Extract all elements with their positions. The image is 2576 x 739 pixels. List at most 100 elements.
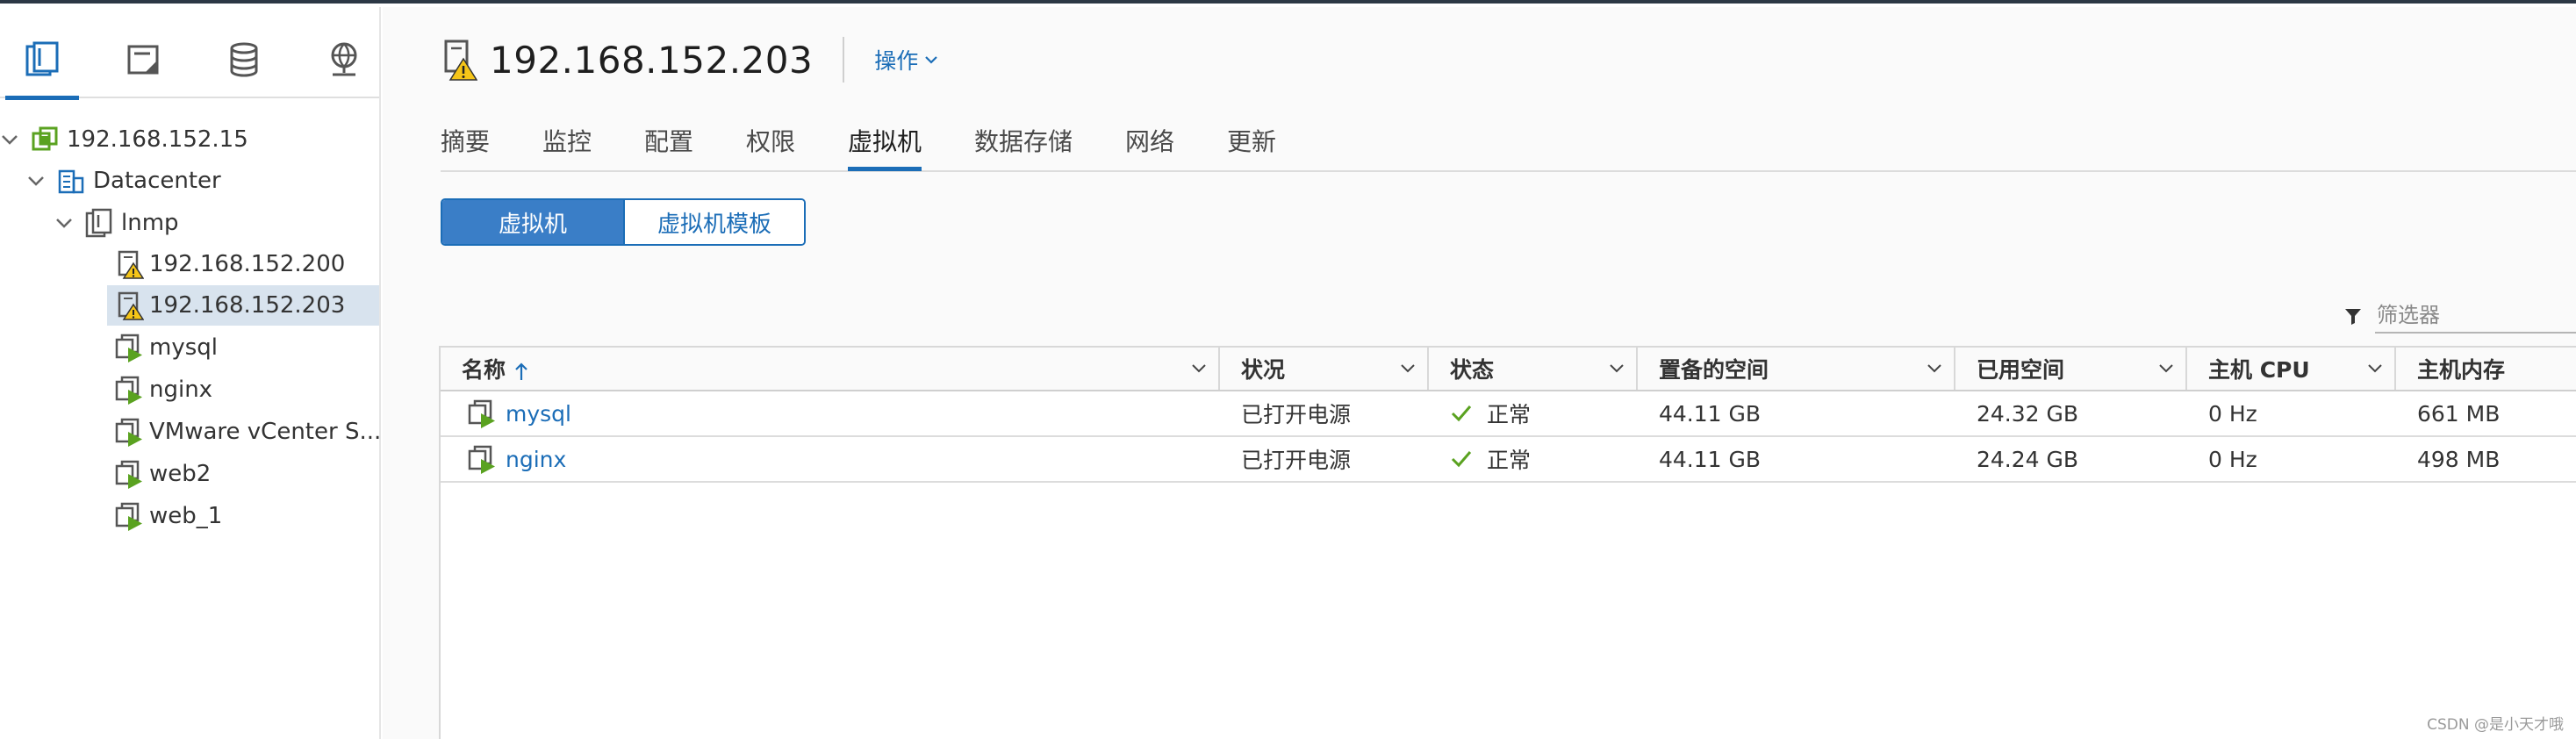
tree-item-host[interactable]: 192.168.152.200	[0, 244, 379, 284]
sort-ascending-icon[interactable]	[513, 361, 530, 382]
actions-menu-button[interactable]: 操作	[874, 44, 939, 75]
templates-toggle-button[interactable]: 虚拟机模板	[623, 200, 804, 244]
host-warning-icon	[118, 291, 144, 320]
tab-vms[interactable]: 虚拟机	[848, 123, 922, 171]
tree-item-label: VMware vCenter S...	[149, 419, 382, 445]
tree-item-label: 192.168.152.15	[67, 126, 248, 153]
vm-status: 正常	[1450, 437, 1531, 481]
filter-icon	[2345, 309, 2361, 325]
tree-item-datacenter[interactable]: Datacenter	[0, 161, 379, 201]
chevron-down-icon[interactable]	[1399, 360, 1417, 377]
chevron-down-icon[interactable]	[2366, 360, 2384, 377]
tree-item-label: mysql	[149, 334, 218, 361]
networking-icon	[331, 42, 357, 76]
vm-used-space: 24.32 GB	[1977, 400, 2079, 427]
tree-item-label: web2	[149, 461, 212, 487]
vm-powered-on-icon	[115, 376, 142, 405]
vms-and-templates-icon	[127, 45, 159, 75]
object-header: 192.168.152.203 操作	[441, 33, 939, 86]
storage-tab[interactable]	[216, 35, 272, 84]
column-header-label: 已用空间	[1977, 357, 2065, 383]
navigator-tabs	[0, 7, 379, 100]
vm-name-link[interactable]: mysql	[467, 391, 571, 435]
chevron-down-icon[interactable]	[54, 213, 74, 233]
vm-state: 已打开电源	[1241, 448, 1352, 473]
vm-name-link[interactable]: nginx	[467, 437, 566, 481]
column-header-label: 主机内存	[2417, 357, 2506, 383]
chevron-down-icon	[925, 56, 938, 64]
chevron-down-icon[interactable]	[2157, 360, 2175, 377]
chevron-down-icon[interactable]	[1608, 360, 1625, 377]
column-header-host-memory[interactable]: 主机内存	[2396, 348, 2576, 390]
column-header-used-space[interactable]: 已用空间	[1955, 348, 2187, 390]
vms-toggle-button[interactable]: 虚拟机	[442, 200, 623, 244]
column-header-label: 状况	[1241, 357, 1286, 383]
chevron-down-icon[interactable]	[0, 130, 19, 149]
vm-host-memory: 661 MB	[2417, 400, 2501, 427]
vm-host-memory: 498 MB	[2417, 446, 2501, 472]
hosts-and-clusters-tab[interactable]	[5, 35, 79, 100]
cluster-icon	[85, 208, 112, 238]
page-title: 192.168.152.203	[490, 38, 814, 82]
storage-icon	[230, 42, 258, 77]
navigator-panel: 192.168.152.15 Datacenter lnmp 192.168.1…	[0, 7, 381, 739]
column-header-label: 状态	[1450, 357, 1495, 383]
tab-updates[interactable]: 更新	[1227, 123, 1276, 158]
tree-item-label: web_1	[149, 503, 223, 529]
check-icon	[1451, 405, 1472, 422]
vms-and-templates-tab[interactable]	[116, 35, 172, 84]
chevron-down-icon[interactable]	[1926, 360, 1943, 377]
tab-networks[interactable]: 网络	[1125, 123, 1174, 158]
chevron-down-icon[interactable]	[1190, 360, 1208, 377]
vm-status: 正常	[1450, 391, 1531, 435]
vm-powered-on-icon	[115, 334, 142, 362]
vm-provisioned-space: 44.11 GB	[1659, 400, 1762, 427]
main-content: 192.168.152.203 操作 摘要 监控 配置 权限 虚拟机 数据存储 …	[383, 7, 2576, 739]
tree-item-vm[interactable]: VMware vCenter S...	[0, 412, 382, 452]
tree-item-host-selected[interactable]: 192.168.152.203	[107, 285, 379, 326]
table-row[interactable]: mysql 已打开电源 正常 44.11 GB 24.32 GB 0 Hz 66…	[441, 391, 2576, 437]
column-header-provisioned-space[interactable]: 置备的空间	[1638, 348, 1955, 390]
column-header-label: 主机 CPU	[2208, 357, 2310, 383]
column-header-status[interactable]: 状态	[1429, 348, 1638, 390]
column-header-label: 名称	[462, 353, 530, 384]
vm-powered-on-icon	[115, 460, 142, 489]
filter-input[interactable]	[2375, 298, 2576, 334]
tree-item-cluster[interactable]: lnmp	[0, 203, 379, 243]
tree-item-vm[interactable]: web_1	[0, 496, 379, 536]
vm-provisioned-space: 44.11 GB	[1659, 446, 1762, 472]
tab-datastores[interactable]: 数据存储	[974, 123, 1073, 158]
hosts-and-clusters-icon	[25, 41, 59, 76]
column-header-state[interactable]: 状况	[1220, 348, 1429, 390]
vm-status-text: 正常	[1487, 448, 1532, 473]
tree-item-vm[interactable]: web2	[0, 454, 379, 494]
object-tabs: 摘要 监控 配置 权限 虚拟机 数据存储 网络 更新	[441, 116, 2576, 172]
networking-tab[interactable]	[316, 35, 372, 84]
tree-item-label: 192.168.152.200	[149, 251, 346, 277]
vm-used-space: 24.24 GB	[1977, 446, 2079, 472]
tree-item-label: lnmp	[121, 210, 179, 236]
table-row[interactable]: nginx 已打开电源 正常 44.11 GB 24.24 GB 0 Hz 49…	[441, 437, 2576, 483]
tree-item-vm[interactable]: mysql	[0, 327, 379, 368]
datacenter-icon	[58, 169, 84, 194]
tree-item-vcenter[interactable]: 192.168.152.15	[0, 119, 379, 160]
column-header-host-cpu[interactable]: 主机 CPU	[2187, 348, 2396, 390]
tab-permissions[interactable]: 权限	[746, 123, 795, 158]
vm-powered-on-icon	[115, 418, 142, 447]
column-header-name[interactable]: 名称	[441, 348, 1220, 390]
vm-powered-on-icon	[468, 445, 495, 474]
tab-monitor[interactable]: 监控	[542, 123, 592, 158]
chevron-down-icon[interactable]	[26, 171, 46, 190]
tree-item-vm[interactable]: nginx	[0, 370, 379, 410]
tree-item-label: 192.168.152.203	[149, 292, 346, 319]
actions-label: 操作	[874, 48, 919, 74]
vm-name: nginx	[506, 446, 567, 472]
vm-state: 已打开电源	[1241, 402, 1352, 427]
tab-configure[interactable]: 配置	[644, 123, 693, 158]
vm-status-text: 正常	[1487, 402, 1532, 427]
vm-powered-on-icon	[468, 399, 495, 428]
watermark: CSDN @是小天才哦	[2427, 716, 2564, 734]
tab-summary[interactable]: 摘要	[441, 123, 490, 158]
tree-item-label: Datacenter	[93, 168, 221, 194]
vm-powered-on-icon	[115, 502, 142, 531]
